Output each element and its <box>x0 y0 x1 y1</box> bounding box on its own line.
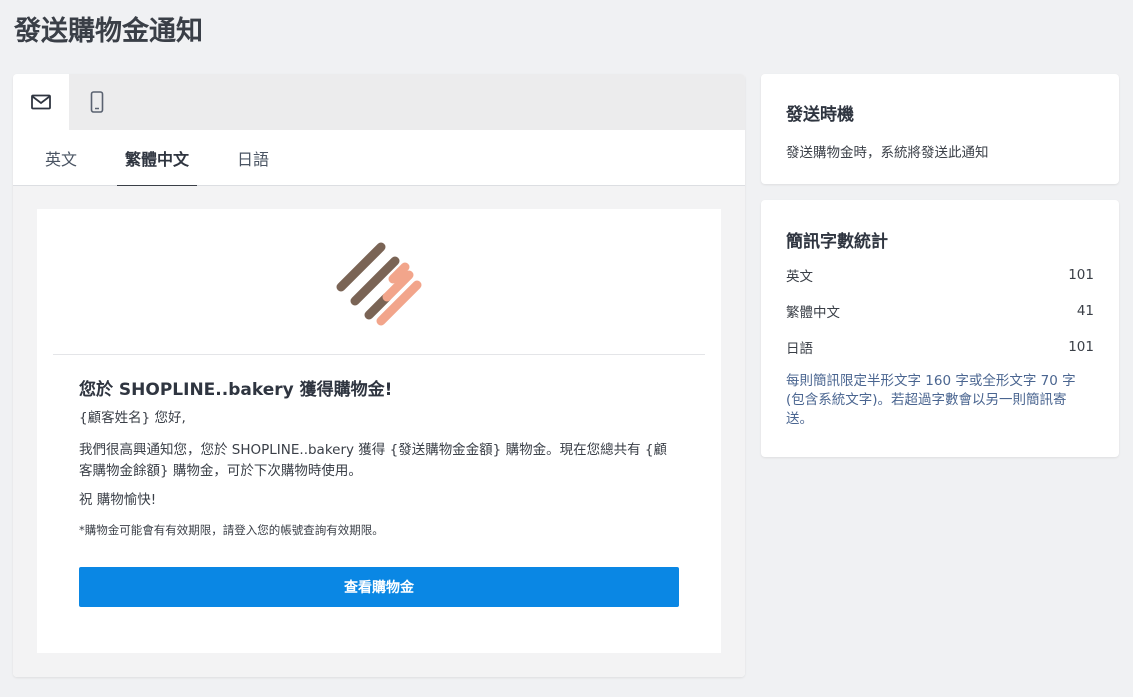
email-body: 我們很高興通知您，您於 SHOPLINE..bakery 獲得 {發送購物金金額… <box>79 442 667 479</box>
stat-label: 英文 <box>786 269 813 285</box>
send-timing-card: 發送時機 發送購物金時，系統將發送此通知 <box>761 74 1119 184</box>
channel-tab-bar <box>13 74 745 130</box>
tab-sms-channel[interactable] <box>69 74 125 130</box>
tab-email-channel[interactable] <box>13 74 69 130</box>
tab-japanese[interactable]: 日語 <box>225 130 281 186</box>
language-tabs: 英文 繁體中文 日語 <box>13 130 745 187</box>
sms-limit-note: 每則簡訊限定半形文字 160 字或全形文字 70 字 (包含系統文字)。若超過字… <box>786 373 1076 427</box>
template-editor-panel: 英文 繁體中文 日語 您於 SHOPLINE..bakery 獲得購物金! {顧… <box>13 74 745 677</box>
mobile-phone-icon <box>90 91 104 113</box>
tab-english[interactable]: 英文 <box>33 130 89 186</box>
stat-value: 41 <box>1076 303 1094 319</box>
sms-stats-card: 簡訊字數統計 英文 101 繁體中文 41 日語 101 每則簡訊限定半形文字 … <box>761 200 1119 457</box>
stat-label: 日語 <box>786 341 813 357</box>
email-wish: 祝 購物愉快! <box>79 492 157 508</box>
page: 發送購物金通知 英文 繁體中文 日語 您於 SHOPLINE..bakery 獲… <box>0 0 1133 697</box>
stat-value: 101 <box>1068 339 1094 355</box>
sms-stats-title: 簡訊字數統計 <box>786 232 888 252</box>
store-logo-icon <box>336 242 422 326</box>
email-preview-area: 您於 SHOPLINE..bakery 獲得購物金! {顧客姓名} 您好, 我們… <box>13 186 745 677</box>
email-note: *購物金可能會有有效期限，請登入您的帳號查詢有效期限。 <box>79 523 384 537</box>
email-preview-card: 您於 SHOPLINE..bakery 獲得購物金! {顧客姓名} 您好, 我們… <box>37 209 721 653</box>
stat-label: 繁體中文 <box>786 305 840 321</box>
email-heading: 您於 SHOPLINE..bakery 獲得購物金! <box>79 380 393 400</box>
page-title: 發送購物金通知 <box>14 16 203 47</box>
stat-row-japanese: 日語 101 <box>786 337 1094 357</box>
stat-row-traditional-chinese: 繁體中文 41 <box>786 301 1094 321</box>
send-timing-title: 發送時機 <box>786 105 854 125</box>
envelope-icon <box>31 94 51 110</box>
stat-row-english: 英文 101 <box>786 265 1094 285</box>
email-divider <box>53 354 705 355</box>
stat-value: 101 <box>1068 267 1094 283</box>
view-store-credit-button[interactable]: 查看購物金 <box>79 567 679 607</box>
tab-traditional-chinese[interactable]: 繁體中文 <box>117 130 197 187</box>
email-greeting: {顧客姓名} 您好, <box>79 410 186 426</box>
send-timing-text: 發送購物金時，系統將發送此通知 <box>786 145 989 161</box>
